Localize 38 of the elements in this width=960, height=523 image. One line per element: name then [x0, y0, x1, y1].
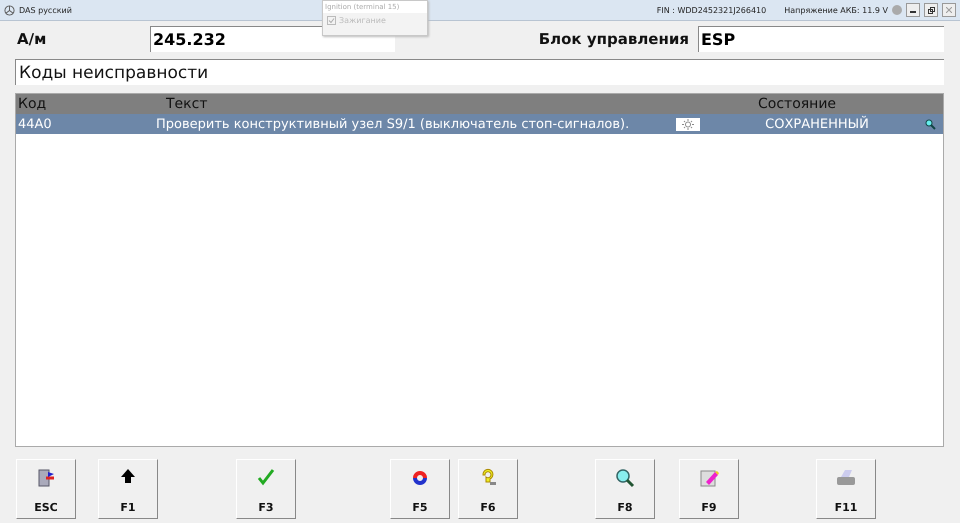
column-header: Текст [166, 96, 208, 112]
function-key-button[interactable]: F11 [816, 459, 876, 519]
vehicle-label: А/м [16, 30, 48, 48]
function-key-button[interactable]: F5 [390, 459, 450, 519]
table-row[interactable]: 44A0 Проверить конструктивный узел S9/1 (выключатель стоп-сигналов). СОХРАНЕННЫЙ [16, 114, 943, 135]
minimize-button[interactable] [906, 3, 920, 17]
battery-voltage: Напряжение АКБ: 11.9 V [784, 6, 888, 14]
control-unit-field[interactable]: ESP [698, 26, 944, 52]
section-title: Коды неисправности [15, 59, 944, 85]
function-key-button[interactable]: F8 [595, 459, 655, 519]
restore-button[interactable] [924, 3, 938, 17]
logo-icon [4, 4, 15, 16]
printer-icon [835, 468, 857, 488]
checkmark-icon [257, 468, 275, 486]
sun-icon [676, 118, 700, 130]
ignition-label: Зажигание [339, 16, 386, 25]
magnifier-icon [925, 118, 936, 130]
text-cell-text: Проверить конструктивный узел S9/1 (выключатель стоп-сигналов). [156, 116, 630, 132]
door-exit-icon [36, 468, 56, 488]
status-indicator-icon [892, 5, 902, 15]
function-key-button[interactable]: ESC [16, 459, 76, 519]
state-cell-text: СОХРАНЕННЫЙ [764, 116, 870, 132]
column-header: Код [17, 96, 48, 112]
up-arrow-icon [120, 468, 136, 484]
code-cell-text: 44A0 [17, 116, 53, 132]
refresh-icon [410, 468, 430, 488]
document-pencil-icon [699, 468, 719, 488]
column-header: Состояние [758, 96, 836, 112]
control-unit-label: Блок управления [538, 30, 689, 48]
function-key-button[interactable]: F6 [458, 459, 518, 519]
restore-icon [928, 6, 934, 14]
fin-number: FIN : WDD2452321J266410 [656, 6, 766, 14]
function-key-button[interactable]: F1 [98, 459, 158, 519]
function-key-button[interactable]: F3 [236, 459, 296, 519]
magnifier-icon [615, 468, 635, 488]
window-title: DAS русский [19, 6, 72, 14]
close-icon [946, 7, 952, 13]
function-key-button[interactable]: F9 [679, 459, 739, 519]
